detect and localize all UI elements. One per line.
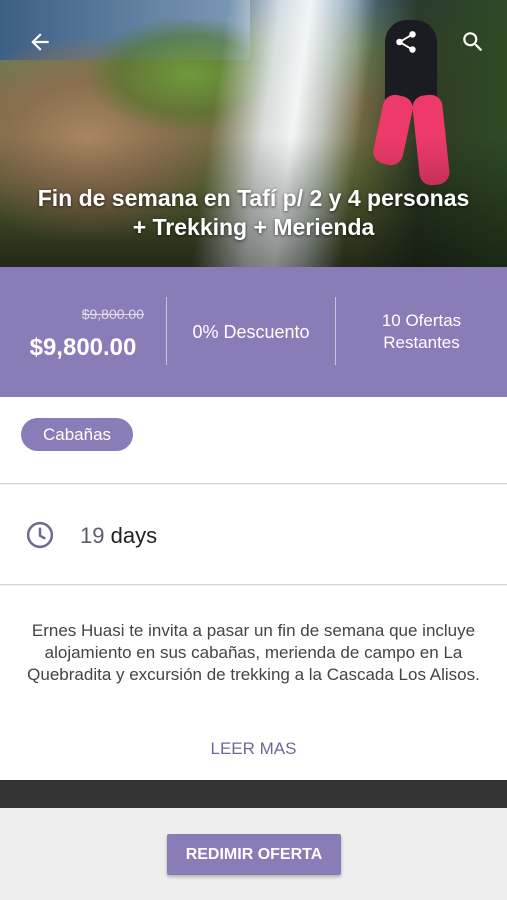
divider [0, 483, 507, 484]
price-band: $9,800.00 $9,800.00 0% Descuento 10 Ofer… [0, 267, 507, 397]
remaining-column: 10 Ofertas Restantes [336, 267, 507, 397]
discount-column: 0% Descuento [167, 267, 335, 397]
duration-section: 19 days [0, 485, 507, 584]
clock-icon [25, 520, 55, 555]
separator-bar [0, 780, 507, 808]
remaining-offers: 10 Ofertas Restantes [381, 311, 462, 352]
current-price: $9,800.00 [29, 334, 137, 361]
duration-unit: days [110, 523, 158, 548]
offer-title: Fin de semana en Tafí p/ 2 y 4 personas … [37, 185, 470, 240]
divider [0, 584, 507, 585]
discount-text: 0% Descuento [192, 321, 310, 342]
share-icon[interactable] [388, 24, 424, 60]
duration-text: 19 days [80, 523, 157, 549]
description-text: Ernes Huasi te invita a pasar un fin de … [27, 621, 480, 684]
category-chip[interactable]: Cabañas [21, 418, 134, 451]
original-price: $9,800.00 [81, 306, 144, 322]
arrow-back-icon[interactable] [22, 24, 58, 60]
price-column: $9,800.00 $9,800.00 [0, 267, 166, 397]
description-section: Ernes Huasi te invita a pasar un fin de … [0, 586, 507, 780]
search-icon[interactable] [455, 24, 491, 60]
redeem-offer-button[interactable]: REDIMIR OFERTA [167, 834, 341, 875]
duration-number: 19 [80, 523, 105, 548]
read-more-link[interactable]: LEER MAS [0, 739, 507, 759]
category-section: Cabañas [0, 397, 507, 483]
